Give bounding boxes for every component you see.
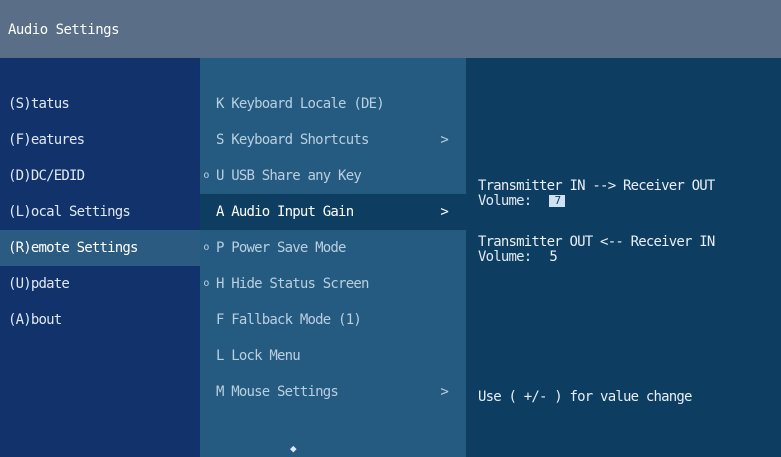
hint-text: Use ( +/- ) for value change — [478, 389, 692, 405]
volume-row-1: Volume: 7 — [478, 193, 566, 209]
tx-out-label: Transmitter OUT <-- Receiver IN — [478, 234, 715, 250]
bullet-icon: o — [203, 170, 209, 181]
submenu-item-label: F Fallback Mode (1) — [216, 312, 362, 328]
submenu-item-audio-input-gain[interactable]: A Audio Input Gain > — [200, 194, 466, 230]
menu-item-status[interactable]: (S)tatus — [0, 86, 200, 122]
tx-in-label: Transmitter IN --> Receiver OUT — [478, 178, 715, 194]
submenu-item-hide-status[interactable]: o H Hide Status Screen — [200, 266, 466, 302]
menu-item-features[interactable]: (F)eatures — [0, 122, 200, 158]
chevron-right-icon: > — [440, 384, 448, 400]
submenu-item-label: A Audio Input Gain — [216, 204, 354, 220]
menu-item-about[interactable]: (A)bout — [0, 302, 200, 338]
chevron-right-icon: > — [440, 204, 448, 220]
window-title: Audio Settings — [8, 22, 120, 38]
title-bar: Audio Settings — [0, 0, 781, 58]
detail-panel: Transmitter IN --> Receiver OUT Volume: 7… — [466, 58, 781, 457]
submenu-item-label: P Power Save Mode — [216, 240, 347, 256]
submenu-panel: K Keyboard Locale (DE) S Keyboard Shortc… — [200, 58, 466, 457]
volume-input-1[interactable]: 7 — [549, 195, 566, 207]
main-menu-panel: (S)tatus (F)eatures (D)DC/EDID (L)ocal S… — [0, 58, 200, 457]
submenu-item-lock-menu[interactable]: L Lock Menu — [200, 338, 466, 374]
bullet-icon: o — [203, 278, 209, 289]
submenu-item-keyboard-shortcuts[interactable]: S Keyboard Shortcuts > — [200, 122, 466, 158]
chevron-right-icon: > — [440, 132, 448, 148]
volume-row-2: Volume: 5 — [478, 249, 558, 265]
submenu-item-label: K Keyboard Locale (DE) — [216, 96, 385, 112]
submenu-item-label: L Lock Menu — [216, 348, 301, 364]
menu-item-remote-settings[interactable]: (R)emote Settings — [0, 230, 200, 266]
submenu-item-usb-share[interactable]: o U USB Share any Key — [200, 158, 466, 194]
submenu-item-label: M Mouse Settings — [216, 384, 339, 400]
submenu-item-keyboard-locale[interactable]: K Keyboard Locale (DE) — [200, 86, 466, 122]
bullet-icon: o — [203, 242, 209, 253]
submenu-item-label: U USB Share any Key — [216, 168, 362, 184]
menu-item-update[interactable]: (U)pdate — [0, 266, 200, 302]
volume-label: Volume: — [478, 193, 532, 209]
submenu-item-label: S Keyboard Shortcuts — [216, 132, 369, 148]
submenu-item-mouse-settings[interactable]: M Mouse Settings > — [200, 374, 466, 410]
submenu-item-power-save[interactable]: o P Power Save Mode — [200, 230, 466, 266]
menu-item-ddc-edid[interactable]: (D)DC/EDID — [0, 158, 200, 194]
submenu-item-label: H Hide Status Screen — [216, 276, 369, 292]
scroll-more-icon[interactable]: ◆ — [290, 442, 297, 455]
submenu-item-fallback-mode[interactable]: F Fallback Mode (1) — [200, 302, 466, 338]
menu-item-local-settings[interactable]: (L)ocal Settings — [0, 194, 200, 230]
volume-value-2: 5 — [549, 249, 558, 265]
volume-label: Volume: — [478, 249, 532, 265]
